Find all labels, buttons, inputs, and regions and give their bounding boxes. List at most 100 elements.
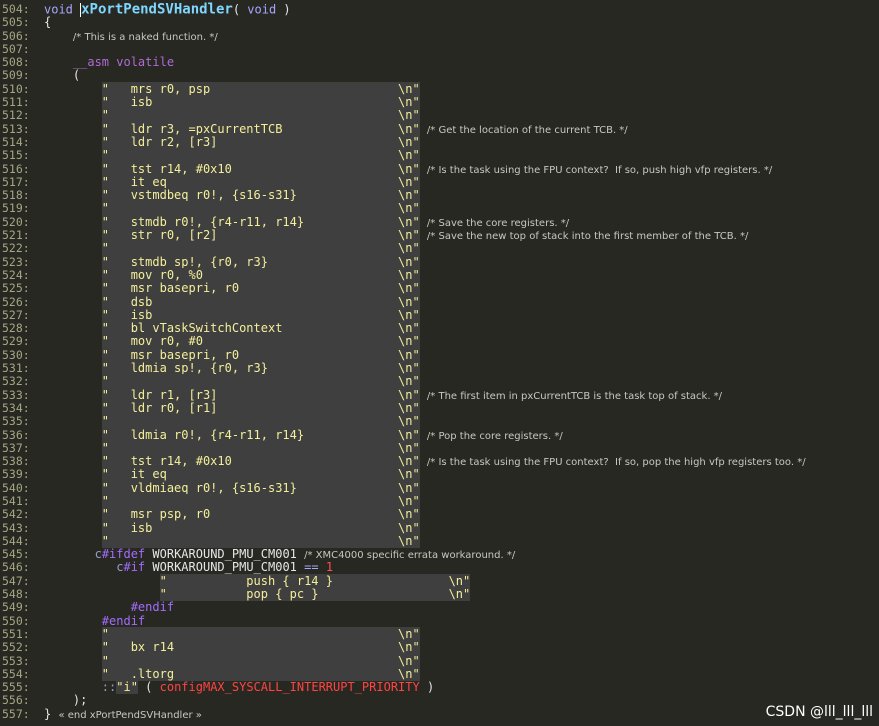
code-line[interactable]: 550: #endif bbox=[0, 613, 879, 628]
code-line[interactable]: 506: /* This is a naked function. */ bbox=[0, 28, 879, 43]
code-token: ); bbox=[44, 693, 88, 708]
code-line[interactable]: 532: " \n" bbox=[0, 374, 879, 389]
code-text: " bx r14 \n" bbox=[44, 640, 420, 655]
code-line[interactable]: 556: ); bbox=[0, 693, 879, 708]
code-line[interactable]: 510: " mrs r0, psp \n" bbox=[0, 81, 879, 96]
code-line[interactable]: 509: ( bbox=[0, 68, 879, 83]
code-token: /* Is the task using the FPU context? If… bbox=[426, 164, 773, 176]
code-line[interactable]: 525: " msr basepri, r0 \n" bbox=[0, 281, 879, 296]
code-line[interactable]: 504: void xPortPendSVHandler( void ) bbox=[0, 2, 879, 17]
line-number: 527: bbox=[2, 307, 30, 322]
code-token: " \n" bbox=[101, 148, 420, 163]
line-number: 528: bbox=[2, 321, 30, 336]
code-line[interactable]: 527: " isb \n" bbox=[0, 307, 879, 322]
code-token: " \n" bbox=[101, 201, 420, 216]
code-line[interactable]: 547: " push { r14 } \n" bbox=[0, 573, 879, 588]
code-line[interactable]: 508: __asm volatile bbox=[0, 55, 879, 69]
line-number: 555: bbox=[2, 680, 30, 695]
code-token: :: bbox=[101, 680, 117, 695]
code-token: " ldr r0, [r1] \n" bbox=[101, 400, 420, 415]
code-line[interactable]: 519: " \n" bbox=[0, 201, 879, 216]
code-line[interactable]: 540: " vldmiaeq r0!, {s16-s31} \n" bbox=[0, 480, 879, 495]
code-line[interactable]: 524: " mov r0, %0 \n" bbox=[0, 267, 879, 282]
code-text: " \n" bbox=[44, 108, 420, 123]
code-line[interactable]: 539: " it eq \n" bbox=[0, 467, 879, 482]
code-line[interactable]: 544: " \n" bbox=[0, 533, 879, 548]
code-line[interactable]: 530: " msr basepri, r0 \n" bbox=[0, 347, 879, 362]
code-token: " tst r14, #0x10 \n" bbox=[101, 454, 420, 469]
code-line[interactable]: 528: " bl vTaskSwitchContext \n" bbox=[0, 321, 879, 336]
code-line[interactable]: 536: " ldmia r0!, {r4-r11, r14} \n" /* P… bbox=[0, 427, 879, 442]
code-line[interactable]: 515: " \n" bbox=[0, 148, 879, 163]
code-line[interactable]: 534: " ldr r0, [r1] \n" bbox=[0, 400, 879, 415]
code-line[interactable]: 551: " \n" bbox=[0, 626, 879, 641]
code-line[interactable]: 537: " \n" bbox=[0, 440, 879, 455]
code-line[interactable]: 522: " \n" bbox=[0, 241, 879, 256]
code-line[interactable]: 512: " \n" bbox=[0, 108, 879, 123]
code-text: " .ltorg \n" bbox=[44, 666, 420, 681]
code-line[interactable]: 552: " bx r14 \n" bbox=[0, 640, 879, 655]
code-token: /* XMC4000 specific errata workaround. *… bbox=[304, 550, 516, 562]
code-token: == bbox=[304, 560, 319, 575]
code-line[interactable]: 516: " tst r14, #0x10 \n" /* Is the task… bbox=[0, 161, 879, 176]
code-line[interactable]: 553: " \n" bbox=[0, 653, 879, 668]
line-number: 543: bbox=[2, 520, 30, 535]
code-line[interactable]: 555: ::"i" ( configMAX_SYSCALL_INTERRUPT… bbox=[0, 680, 879, 695]
code-token: " mov r0, #0 \n" bbox=[101, 334, 420, 349]
code-editor[interactable]: 504: void xPortPendSVHandler( void ) 505: {… bbox=[0, 2, 879, 721]
code-line[interactable]: 518: " vstmdbeq r0!, {s16-s31} \n" bbox=[0, 188, 879, 203]
code-line[interactable]: 545: c#ifdef WORKAROUND_PMU_CM001 /* XMC… bbox=[0, 547, 879, 562]
code-line[interactable]: 533: " ldr r1, [r3] \n" /* The first ite… bbox=[0, 387, 879, 402]
code-line[interactable]: 546: c#if WORKAROUND_PMU_CM001 == 1 bbox=[0, 560, 879, 575]
code-token: WORKAROUND_PMU_CM001 bbox=[145, 547, 305, 562]
line-number: 551: bbox=[2, 626, 30, 641]
code-line[interactable]: 517: " it eq \n" bbox=[0, 174, 879, 189]
code-line[interactable]: 520: " stmdb r0!, {r4-r11, r14} \n" /* S… bbox=[0, 214, 879, 229]
code-token: " msr basepri, r0 \n" bbox=[101, 347, 420, 362]
code-line[interactable]: 511: " isb \n" bbox=[0, 95, 879, 110]
line-number: 535: bbox=[2, 414, 30, 429]
code-token: ( bbox=[137, 680, 160, 695]
code-token: " pop { pc } \n" bbox=[159, 587, 471, 602]
line-number: 509: bbox=[2, 68, 30, 83]
code-line[interactable]: 507: bbox=[0, 42, 879, 56]
code-line[interactable]: 513: " ldr r3, =pxCurrentTCB \n" /* Get … bbox=[0, 121, 879, 136]
code-line[interactable]: 531: " ldmia sp!, {r0, r3} \n" bbox=[0, 361, 879, 376]
code-line[interactable]: 542: " msr psp, r0 \n" bbox=[0, 507, 879, 522]
code-token: #endif bbox=[130, 600, 175, 615]
code-token: #endif bbox=[101, 613, 146, 628]
code-line[interactable]: 526: " dsb \n" bbox=[0, 294, 879, 309]
code-line[interactable]: 549: #endif bbox=[0, 600, 879, 615]
code-text: " pop { pc } \n" bbox=[44, 587, 471, 602]
code-line[interactable]: 521: " str r0, [r2] \n" /* Save the new … bbox=[0, 228, 879, 243]
line-number: 532: bbox=[2, 374, 30, 389]
line-number: 540: bbox=[2, 480, 30, 495]
line-number: 506: bbox=[2, 28, 30, 43]
code-text: " mov r0, %0 \n" bbox=[44, 267, 420, 282]
code-text: " \n" bbox=[44, 414, 420, 429]
code-line[interactable]: 548: " pop { pc } \n" bbox=[0, 587, 879, 602]
code-line[interactable]: 554: " .ltorg \n" bbox=[0, 666, 879, 681]
code-line[interactable]: 541: " \n" bbox=[0, 493, 879, 508]
code-line[interactable]: 514: " ldr r2, [r3] \n" bbox=[0, 134, 879, 149]
code-line[interactable]: 557:} « end xPortPendSVHandler » bbox=[0, 707, 879, 721]
code-line[interactable]: 535: " \n" bbox=[0, 414, 879, 429]
code-line[interactable]: 505: { bbox=[0, 15, 879, 29]
line-number: 518: bbox=[2, 188, 30, 203]
line-number: 545: bbox=[2, 547, 30, 562]
code-line[interactable]: 538: " tst r14, #0x10 \n" /* Is the task… bbox=[0, 454, 879, 469]
code-line[interactable]: 543: " isb \n" bbox=[0, 520, 879, 535]
code-line[interactable]: 523: " stmdb sp!, {r0, r3} \n" bbox=[0, 254, 879, 269]
code-line[interactable]: 529: " mov r0, #0 \n" bbox=[0, 334, 879, 349]
line-number: 510: bbox=[2, 81, 30, 96]
